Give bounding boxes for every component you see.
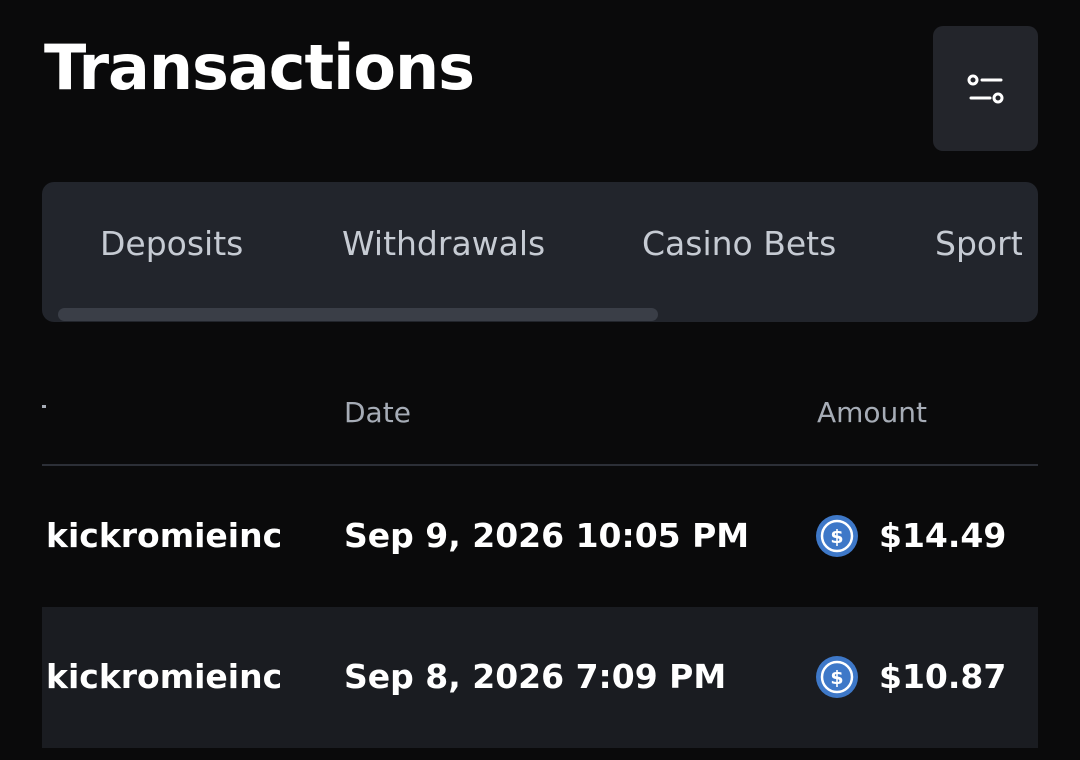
tab-deposits[interactable]: Deposits: [100, 224, 243, 264]
row-user: kickromieinc: [46, 516, 283, 555]
svg-text:$: $: [830, 526, 843, 548]
row-date: Sep 8, 2026 7:09 PM: [344, 657, 727, 696]
tab-withdrawals[interactable]: Withdrawals: [342, 224, 545, 264]
usdc-coin-icon: $: [816, 515, 858, 557]
column-header-amount: Amount: [817, 396, 928, 429]
table-row[interactable]: kickromieinc Sep 8, 2026 7:09 PM $ $10.8…: [42, 607, 1038, 748]
table-row[interactable]: kickromieinc Sep 9, 2026 10:05 PM $ $14.…: [42, 466, 1038, 607]
filter-button[interactable]: [933, 26, 1038, 151]
sliders-icon: [967, 74, 1003, 103]
row-date: Sep 9, 2026 10:05 PM: [344, 516, 750, 555]
transaction-type-tabs: Deposits Withdrawals Casino Bets Sport: [42, 182, 1038, 322]
row-user: kickromieinc: [46, 657, 283, 696]
page-title: Transactions: [44, 31, 475, 104]
tab-sport[interactable]: Sport: [935, 224, 1022, 264]
svg-text:$: $: [830, 667, 843, 689]
tab-casino-bets[interactable]: Casino Bets: [642, 224, 836, 264]
usdc-coin-icon: $: [816, 656, 858, 698]
transactions-page: Transactions Deposits Withdrawals Casino…: [0, 0, 1080, 760]
column-header-date: Date: [344, 396, 411, 429]
row-amount: $14.49: [879, 516, 1007, 555]
row-amount: $10.87: [879, 657, 1007, 696]
user-column-header-clipped: [42, 405, 46, 408]
tabs-scrollbar[interactable]: [58, 308, 658, 321]
